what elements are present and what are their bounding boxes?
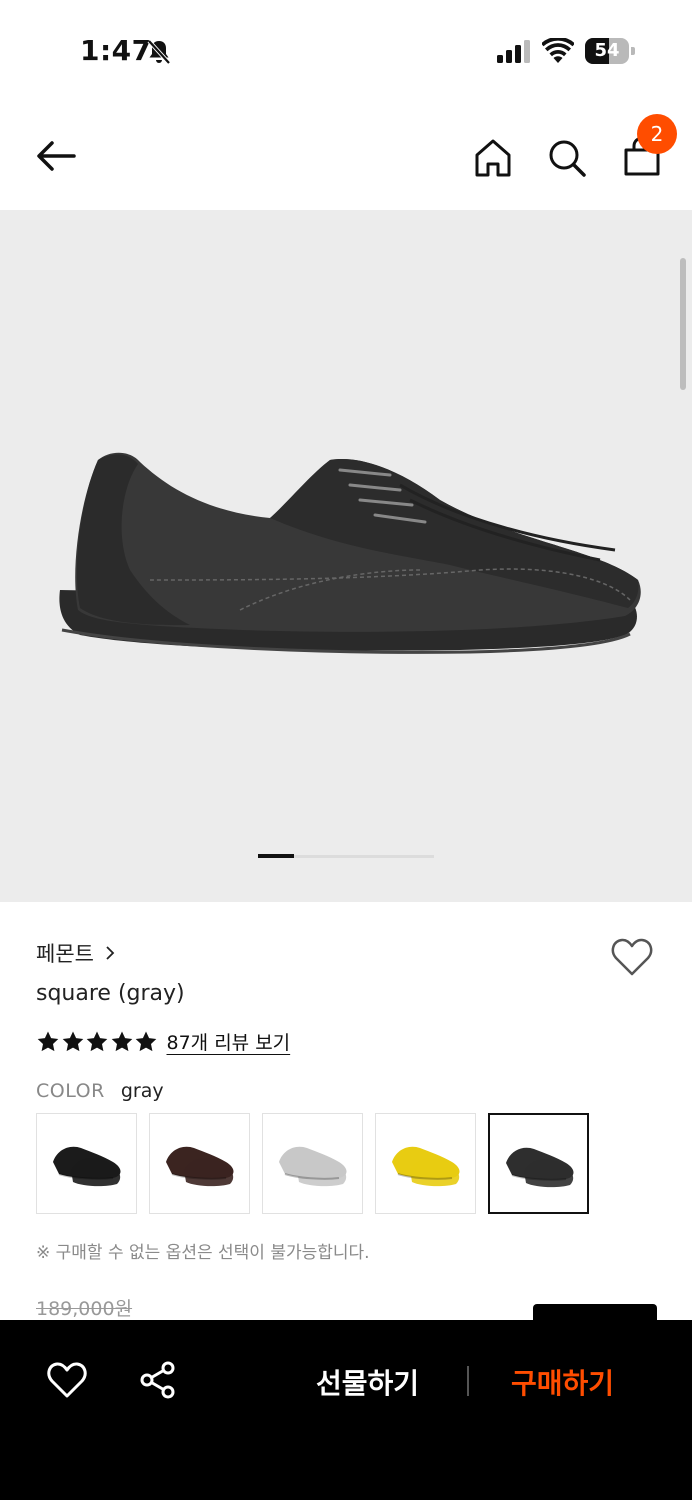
star-icon [86, 1031, 108, 1051]
product-image [59, 452, 641, 654]
star-icon [135, 1031, 157, 1051]
gallery-pager-active [258, 854, 294, 858]
color-swatch-list [36, 1113, 601, 1214]
swatch-shoe-image [53, 1146, 121, 1187]
swatch-shoe-image [392, 1146, 460, 1187]
cellular-signal-icon [497, 40, 530, 63]
color-swatch-black[interactable] [36, 1113, 137, 1214]
selected-color-value: gray [120, 1080, 164, 1102]
rating-row: 87개 리뷰 보기 [36, 1028, 290, 1055]
share-icon[interactable] [138, 1360, 178, 1400]
swatch-shoe-image [279, 1146, 347, 1187]
bell-muted-icon [147, 39, 171, 65]
color-row: COLOR gray [36, 1080, 164, 1102]
original-price: 189,000원 [36, 1298, 133, 1320]
chevron-right-icon [106, 946, 115, 960]
star-icon [37, 1031, 59, 1051]
color-swatch-brown[interactable] [149, 1113, 250, 1214]
color-swatch-gray[interactable] [488, 1113, 589, 1214]
swatch-shoe-image [166, 1146, 234, 1187]
home-icon[interactable] [472, 136, 514, 180]
color-swatch-silver[interactable] [262, 1113, 363, 1214]
option-notice: ※ 구매할 수 없는 옵션은 선택이 불가능합니다. [36, 1243, 370, 1263]
scroll-indicator [680, 258, 686, 390]
gallery-pager [258, 854, 434, 858]
product-image-gallery[interactable] [0, 210, 692, 902]
product-name: square (gray) [36, 981, 185, 1006]
swatch-shoe-image [506, 1147, 574, 1188]
star-rating [36, 1030, 159, 1054]
brand-name: 페몬트 [36, 942, 94, 966]
divider [467, 1366, 469, 1396]
status-time: 1:47 [80, 34, 152, 67]
brand-link[interactable]: 페몬트 [36, 938, 116, 968]
bottom-action-bar: 선물하기 구매하기 [0, 1320, 692, 1500]
battery-percent: 54 [594, 40, 620, 61]
review-link[interactable]: 87개 리뷰 보기 [167, 1028, 291, 1055]
wifi-icon [542, 38, 574, 63]
star-icon [62, 1031, 83, 1051]
color-label: COLOR [36, 1080, 105, 1102]
color-swatch-yellow[interactable] [375, 1113, 476, 1214]
wishlist-heart-icon[interactable] [610, 936, 654, 978]
gift-button[interactable]: 선물하기 [316, 1362, 419, 1402]
status-bar: 1:47 54 [0, 0, 692, 104]
heart-icon[interactable] [46, 1360, 88, 1400]
star-icon [111, 1031, 132, 1051]
top-navigation [0, 104, 692, 210]
cart-count-badge[interactable]: 2 [637, 114, 677, 154]
back-arrow-icon[interactable] [32, 136, 82, 176]
search-icon[interactable] [546, 136, 588, 180]
buy-button[interactable]: 구매하기 [511, 1362, 614, 1402]
battery-indicator: 54 [585, 38, 635, 64]
